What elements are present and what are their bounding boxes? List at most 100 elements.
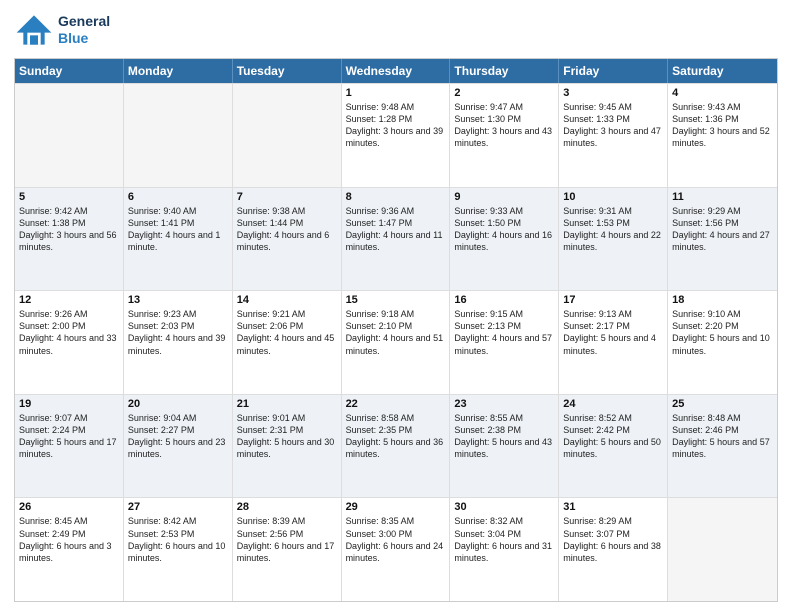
header-tuesday: Tuesday: [233, 59, 342, 83]
cell-text-5: Sunrise: 9:42 AM Sunset: 1:38 PM Dayligh…: [19, 205, 119, 254]
cell-text-19: Sunrise: 9:07 AM Sunset: 2:24 PM Dayligh…: [19, 412, 119, 461]
day-number-25: 25: [672, 398, 773, 410]
cal-row-0: 1Sunrise: 9:48 AM Sunset: 1:28 PM Daylig…: [15, 83, 777, 187]
cal-cell-empty-0-1: [124, 84, 233, 187]
day-number-4: 4: [672, 87, 773, 99]
day-number-2: 2: [454, 87, 554, 99]
cell-text-29: Sunrise: 8:35 AM Sunset: 3:00 PM Dayligh…: [346, 515, 446, 564]
cal-cell-7: 7 Sunrise: 9:38 AM Sunset: 1:44 PM Daylig…: [233, 188, 342, 291]
day-number-13: 13: [128, 294, 228, 306]
cal-cell-11: 11 Sunrise: 9:29 AM Sunset: 1:56 PM Dayli…: [668, 188, 777, 291]
cal-cell-4: 4 Sunrise: 9:43 AM Sunset: 1:36 PM Daylig…: [668, 84, 777, 187]
cell-text-22: Sunrise: 8:58 AM Sunset: 2:35 PM Dayligh…: [346, 412, 446, 461]
day-number-15: 15: [346, 294, 446, 306]
cal-cell-29: 29 Sunrise: 8:35 AM Sunset: 3:00 PM Dayli…: [342, 498, 451, 601]
cal-cell-22: 22 Sunrise: 8:58 AM Sunset: 2:35 PM Dayli…: [342, 395, 451, 498]
header-saturday: Saturday: [668, 59, 777, 83]
cal-row-2: 12 Sunrise: 9:26 AM Sunset: 2:00 PM Dayli…: [15, 290, 777, 394]
logo-svg: [14, 10, 54, 50]
cal-row-1: 5 Sunrise: 9:42 AM Sunset: 1:38 PM Daylig…: [15, 187, 777, 291]
day-number-9: 9: [454, 191, 554, 203]
cal-cell-6: 6 Sunrise: 9:40 AM Sunset: 1:41 PM Daylig…: [124, 188, 233, 291]
cal-cell-8: 8Sunrise: 9:36 AM Sunset: 1:47 PM Daylig…: [342, 188, 451, 291]
calendar-body: 1Sunrise: 9:48 AM Sunset: 1:28 PM Daylig…: [15, 83, 777, 601]
day-number-30: 30: [454, 501, 554, 513]
cell-text-6: Sunrise: 9:40 AM Sunset: 1:41 PM Dayligh…: [128, 205, 228, 254]
cell-text-30: Sunrise: 8:32 AM Sunset: 3:04 PM Dayligh…: [454, 515, 554, 564]
cal-cell-27: 27 Sunrise: 8:42 AM Sunset: 2:53 PM Dayli…: [124, 498, 233, 601]
cell-text-26: Sunrise: 8:45 AM Sunset: 2:49 PM Dayligh…: [19, 515, 119, 564]
calendar: SundayMondayTuesdayWednesdayThursdayFrid…: [14, 58, 778, 602]
cell-text-12: Sunrise: 9:26 AM Sunset: 2:00 PM Dayligh…: [19, 308, 119, 357]
cal-cell-10: 10Sunrise: 9:31 AM Sunset: 1:53 PM Dayli…: [559, 188, 668, 291]
header-monday: Monday: [124, 59, 233, 83]
cell-text-4: Sunrise: 9:43 AM Sunset: 1:36 PM Dayligh…: [672, 101, 773, 150]
cell-text-3: Sunrise: 9:45 AM Sunset: 1:33 PM Dayligh…: [563, 101, 663, 150]
cell-text-11: Sunrise: 9:29 AM Sunset: 1:56 PM Dayligh…: [672, 205, 773, 254]
cal-cell-empty-0-0: [15, 84, 124, 187]
day-number-20: 20: [128, 398, 228, 410]
cell-text-7: Sunrise: 9:38 AM Sunset: 1:44 PM Dayligh…: [237, 205, 337, 254]
cell-text-15: Sunrise: 9:18 AM Sunset: 2:10 PM Dayligh…: [346, 308, 446, 357]
cell-text-23: Sunrise: 8:55 AM Sunset: 2:38 PM Dayligh…: [454, 412, 554, 461]
cell-text-13: Sunrise: 9:23 AM Sunset: 2:03 PM Dayligh…: [128, 308, 228, 357]
day-number-21: 21: [237, 398, 337, 410]
day-number-28: 28: [237, 501, 337, 513]
cell-text-2: Sunrise: 9:47 AM Sunset: 1:30 PM Dayligh…: [454, 101, 554, 150]
cell-text-9: Sunrise: 9:33 AM Sunset: 1:50 PM Dayligh…: [454, 205, 554, 254]
cal-cell-21: 21 Sunrise: 9:01 AM Sunset: 2:31 PM Dayli…: [233, 395, 342, 498]
cal-cell-24: 24 Sunrise: 8:52 AM Sunset: 2:42 PM Dayli…: [559, 395, 668, 498]
header-friday: Friday: [559, 59, 668, 83]
cal-cell-empty-0-2: [233, 84, 342, 187]
cell-text-14: Sunrise: 9:21 AM Sunset: 2:06 PM Dayligh…: [237, 308, 337, 357]
cell-text-16: Sunrise: 9:15 AM Sunset: 2:13 PM Dayligh…: [454, 308, 554, 357]
cal-cell-14: 14 Sunrise: 9:21 AM Sunset: 2:06 PM Dayli…: [233, 291, 342, 394]
day-number-14: 14: [237, 294, 337, 306]
logo: General Blue: [14, 10, 110, 50]
cal-cell-1: 1Sunrise: 9:48 AM Sunset: 1:28 PM Daylig…: [342, 84, 451, 187]
cal-cell-26: 26 Sunrise: 8:45 AM Sunset: 2:49 PM Dayli…: [15, 498, 124, 601]
cell-text-24: Sunrise: 8:52 AM Sunset: 2:42 PM Dayligh…: [563, 412, 663, 461]
cell-text-18: Sunrise: 9:10 AM Sunset: 2:20 PM Dayligh…: [672, 308, 773, 357]
cal-cell-empty-4-6: [668, 498, 777, 601]
calendar-header: SundayMondayTuesdayWednesdayThursdayFrid…: [15, 59, 777, 83]
day-number-10: 10: [563, 191, 663, 203]
day-number-5: 5: [19, 191, 119, 203]
day-number-12: 12: [19, 294, 119, 306]
day-number-26: 26: [19, 501, 119, 513]
cal-cell-30: 30 Sunrise: 8:32 AM Sunset: 3:04 PM Dayli…: [450, 498, 559, 601]
day-number-7: 7: [237, 191, 337, 203]
cal-cell-31: 31Sunrise: 8:29 AM Sunset: 3:07 PM Dayli…: [559, 498, 668, 601]
header-wednesday: Wednesday: [342, 59, 451, 83]
cell-text-17: Sunrise: 9:13 AM Sunset: 2:17 PM Dayligh…: [563, 308, 663, 357]
cal-cell-28: 28 Sunrise: 8:39 AM Sunset: 2:56 PM Dayli…: [233, 498, 342, 601]
day-number-29: 29: [346, 501, 446, 513]
day-number-22: 22: [346, 398, 446, 410]
cal-cell-3: 3 Sunrise: 9:45 AM Sunset: 1:33 PM Daylig…: [559, 84, 668, 187]
day-number-17: 17: [563, 294, 663, 306]
cell-text-8: Sunrise: 9:36 AM Sunset: 1:47 PM Dayligh…: [346, 205, 446, 254]
day-number-3: 3: [563, 87, 663, 99]
cell-text-21: Sunrise: 9:01 AM Sunset: 2:31 PM Dayligh…: [237, 412, 337, 461]
day-number-24: 24: [563, 398, 663, 410]
header: General Blue: [14, 10, 778, 50]
day-number-18: 18: [672, 294, 773, 306]
day-number-27: 27: [128, 501, 228, 513]
cal-row-3: 19Sunrise: 9:07 AM Sunset: 2:24 PM Dayli…: [15, 394, 777, 498]
day-number-11: 11: [672, 191, 773, 203]
cal-cell-5: 5 Sunrise: 9:42 AM Sunset: 1:38 PM Daylig…: [15, 188, 124, 291]
day-number-6: 6: [128, 191, 228, 203]
header-thursday: Thursday: [450, 59, 559, 83]
cal-cell-9: 9 Sunrise: 9:33 AM Sunset: 1:50 PM Daylig…: [450, 188, 559, 291]
cell-text-25: Sunrise: 8:48 AM Sunset: 2:46 PM Dayligh…: [672, 412, 773, 461]
cell-text-27: Sunrise: 8:42 AM Sunset: 2:53 PM Dayligh…: [128, 515, 228, 564]
day-number-16: 16: [454, 294, 554, 306]
page: General Blue SundayMondayTuesdayWednesda…: [0, 0, 792, 612]
cal-cell-16: 16 Sunrise: 9:15 AM Sunset: 2:13 PM Dayli…: [450, 291, 559, 394]
cell-text-28: Sunrise: 8:39 AM Sunset: 2:56 PM Dayligh…: [237, 515, 337, 564]
day-number-23: 23: [454, 398, 554, 410]
cal-cell-17: 17 Sunrise: 9:13 AM Sunset: 2:17 PM Dayli…: [559, 291, 668, 394]
cell-text-1: Sunrise: 9:48 AM Sunset: 1:28 PM Dayligh…: [346, 101, 446, 150]
cal-cell-12: 12 Sunrise: 9:26 AM Sunset: 2:00 PM Dayli…: [15, 291, 124, 394]
logo-text-blue: Blue: [58, 30, 110, 47]
